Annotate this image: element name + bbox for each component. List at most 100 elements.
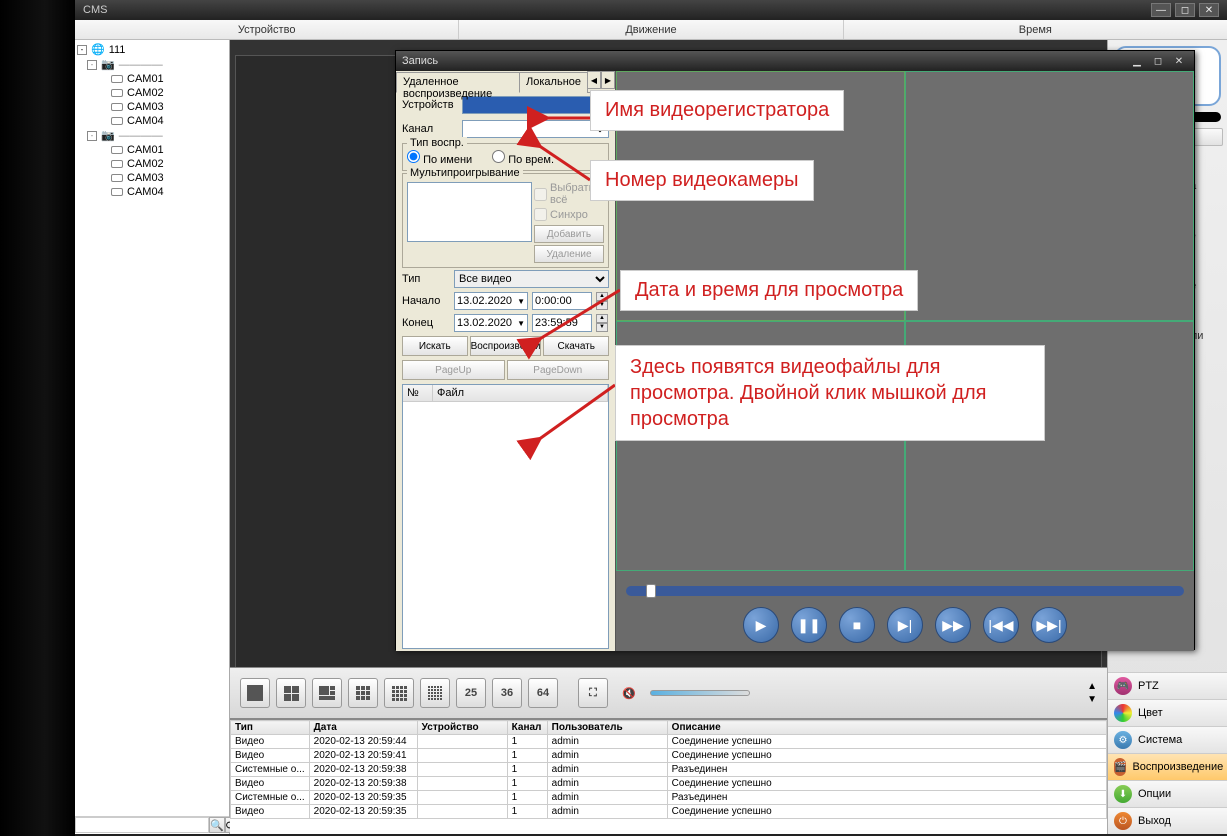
tree-cam-label[interactable]: CAM04	[127, 186, 164, 198]
tree-group-label: ————	[119, 130, 163, 142]
fastforward-icon[interactable]: ▶▶	[935, 607, 971, 643]
dialog-close-button[interactable]: ✕	[1170, 54, 1188, 68]
log-col-date[interactable]: Дата	[309, 721, 417, 735]
header-motion[interactable]: Движение	[459, 20, 843, 39]
log-col-type[interactable]: Тип	[231, 721, 310, 735]
log-cell: Разъединен	[667, 763, 1106, 777]
header-device[interactable]: Устройство	[75, 20, 459, 39]
header-bar: Устройство Движение Время	[75, 20, 1227, 40]
layout-1plus5-button[interactable]	[312, 678, 342, 708]
seek-slider[interactable]	[626, 586, 1184, 596]
dialog-maximize-button[interactable]: ◻	[1149, 54, 1167, 68]
rewind-icon[interactable]: |◀◀	[983, 607, 1019, 643]
dropdown-icon[interactable]: ▼	[517, 319, 525, 328]
log-row[interactable]: Системные о...2020-02-13 20:59:351adminР…	[231, 791, 1107, 805]
seek-knob[interactable]	[646, 584, 656, 598]
delete-button[interactable]: Удаление	[534, 245, 604, 263]
stop-icon[interactable]: ■	[839, 607, 875, 643]
layout-3x3-button[interactable]	[348, 678, 378, 708]
device-tree[interactable]: -🌐111 -📷———— CAM01 CAM02 CAM03 CAM04 -📷—…	[75, 40, 229, 816]
log-row[interactable]: Видео2020-02-13 20:59:411adminСоединение…	[231, 749, 1107, 763]
tree-cam-label[interactable]: CAM03	[127, 172, 164, 184]
exit-tab[interactable]: ⏻Выход	[1108, 807, 1227, 834]
dialog-minimize-button[interactable]: ▁	[1128, 54, 1146, 68]
file-col-num[interactable]: №	[403, 385, 433, 401]
tree-collapse-icon[interactable]: -	[77, 45, 87, 55]
log-col-user[interactable]: Пользователь	[547, 721, 667, 735]
pause-icon[interactable]: ❚❚	[791, 607, 827, 643]
tab-local-playback[interactable]: Локальное	[519, 72, 588, 93]
annotation-file-list: Здесь появятся видеофайлы для просмотра.…	[615, 345, 1045, 441]
log-row[interactable]: Видео2020-02-13 20:59:351adminСоединение…	[231, 805, 1107, 819]
layout-64-button[interactable]: 64	[528, 678, 558, 708]
video-quad[interactable]	[616, 71, 1194, 571]
log-row[interactable]: Системные о...2020-02-13 20:59:381adminР…	[231, 763, 1107, 777]
log-col-channel[interactable]: Канал	[507, 721, 547, 735]
tree-cam-label[interactable]: CAM01	[127, 144, 164, 156]
log-cell: 1	[507, 777, 547, 791]
maximize-button[interactable]: ◻	[1175, 3, 1195, 17]
fullscreen-button[interactable]: ⛶	[578, 678, 608, 708]
volume-slider[interactable]	[650, 690, 750, 696]
tab-scroll-right-icon[interactable]: ▶	[601, 71, 615, 89]
tree-search-input[interactable]	[75, 817, 209, 833]
log-table[interactable]: Тип Дата Устройство Канал Пользователь О…	[230, 720, 1107, 819]
log-cell: 2020-02-13 20:59:44	[309, 735, 417, 749]
search-icon[interactable]: 🔍	[209, 817, 225, 833]
layout-36-button[interactable]: 36	[492, 678, 522, 708]
tab-scroll-left-icon[interactable]: ◀	[587, 71, 601, 89]
log-cell: 2020-02-13 20:59:35	[309, 791, 417, 805]
tree-collapse-icon[interactable]: -	[87, 131, 97, 141]
end-date-input[interactable]: 13.02.2020▼	[454, 314, 528, 332]
dialog-titlebar[interactable]: Запись ▁ ◻ ✕	[396, 51, 1194, 71]
log-row[interactable]: Видео2020-02-13 20:59:381adminСоединение…	[231, 777, 1107, 791]
color-tab[interactable]: Цвет	[1108, 699, 1227, 726]
multiplay-list[interactable]	[407, 182, 532, 242]
ptz-tab[interactable]: 🎮PTZ	[1108, 672, 1227, 699]
playback-tab[interactable]: 🎬Воспроизведение	[1108, 753, 1227, 780]
dropdown-icon[interactable]: ▼	[517, 297, 525, 306]
add-button[interactable]: Добавить	[534, 225, 604, 243]
radio-by-name[interactable]: По имени	[407, 150, 472, 166]
layout-1x1-button[interactable]	[240, 678, 270, 708]
scroll-down-icon[interactable]: ▼	[1087, 694, 1097, 705]
layout-5x5-button[interactable]	[420, 678, 450, 708]
tab-remote-playback[interactable]: Удаленное воспроизведение	[396, 72, 520, 93]
log-cell: Системные о...	[231, 791, 310, 805]
log-cell	[417, 735, 507, 749]
video-cell[interactable]	[905, 71, 1194, 321]
scroll-up-icon[interactable]: ▲	[1087, 681, 1097, 692]
tree-cam-label[interactable]: CAM04	[127, 115, 164, 127]
skip-forward-icon[interactable]: ▶▶|	[1031, 607, 1067, 643]
system-tab[interactable]: ⚙Система	[1108, 726, 1227, 753]
log-row[interactable]: Видео2020-02-13 20:59:441adminСоединение…	[231, 735, 1107, 749]
camera-icon	[111, 188, 123, 196]
layout-4x4-button[interactable]	[384, 678, 414, 708]
play-icon[interactable]: ▶	[743, 607, 779, 643]
mute-button[interactable]: 🔇	[614, 678, 644, 708]
close-button[interactable]: ✕	[1199, 3, 1219, 17]
arrow-icon	[530, 140, 590, 193]
layout-2x2-button[interactable]	[276, 678, 306, 708]
tree-cam-label[interactable]: CAM02	[127, 158, 164, 170]
tree-cam-label[interactable]: CAM01	[127, 73, 164, 85]
exit-icon: ⏻	[1114, 812, 1132, 830]
log-col-device[interactable]: Устройство	[417, 721, 507, 735]
tree-cam-label[interactable]: CAM03	[127, 101, 164, 113]
check-sync[interactable]: Синхро	[534, 208, 604, 221]
tree-cam-label[interactable]: CAM02	[127, 87, 164, 99]
layout-25-button[interactable]: 25	[456, 678, 486, 708]
options-tab[interactable]: ⬇Опции	[1108, 780, 1227, 807]
tree-collapse-icon[interactable]: -	[87, 60, 97, 70]
header-time[interactable]: Время	[844, 20, 1227, 39]
log-cell: Соединение успешно	[667, 805, 1106, 819]
start-date-input[interactable]: 13.02.2020▼	[454, 292, 528, 310]
search-button[interactable]: Искать	[402, 336, 468, 356]
pageup-button[interactable]: PageUp	[402, 360, 505, 380]
log-col-desc[interactable]: Описание	[667, 721, 1106, 735]
type-label: Тип	[402, 273, 450, 285]
step-icon[interactable]: ▶|	[887, 607, 923, 643]
log-cell: Видео	[231, 777, 310, 791]
minimize-button[interactable]: —	[1151, 3, 1171, 17]
pagedown-button[interactable]: PageDown	[507, 360, 610, 380]
